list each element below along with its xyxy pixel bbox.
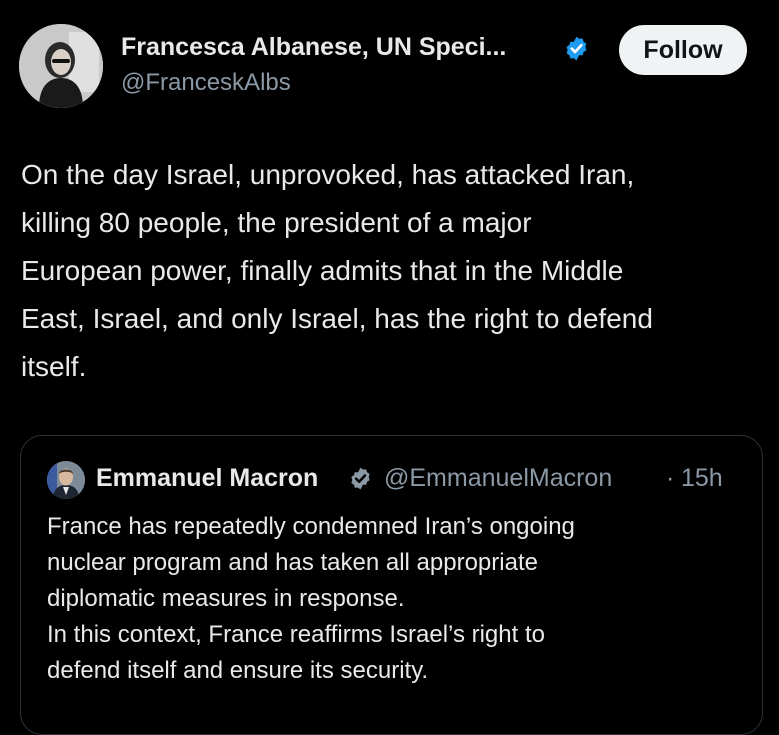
post-text: On the day Israel, unprovoked, has attac… bbox=[21, 159, 653, 382]
verified-badge-icon bbox=[566, 36, 587, 61]
quoted-author-avatar[interactable] bbox=[47, 461, 85, 499]
quoted-author-handle[interactable]: @EmmanuelMacron bbox=[384, 464, 612, 493]
follow-button[interactable]: Follow bbox=[619, 25, 747, 75]
quoted-verified-badge-icon bbox=[351, 467, 370, 490]
quoted-separator: · bbox=[666, 464, 675, 492]
author-avatar-image bbox=[19, 24, 103, 108]
author-handle[interactable]: @FranceskAlbs bbox=[121, 69, 291, 97]
quoted-timestamp[interactable]: 15h bbox=[681, 464, 723, 493]
quoted-post-text: France has repeatedly condemned Iran’s o… bbox=[47, 513, 575, 684]
quoted-author-name[interactable]: Emmanuel Macron bbox=[96, 464, 318, 493]
author-avatar[interactable] bbox=[19, 24, 103, 108]
quoted-post-card[interactable]: Emmanuel Macron @EmmanuelMacron · 15h Fr… bbox=[20, 435, 763, 735]
quoted-author-avatar-image bbox=[47, 461, 85, 499]
author-name[interactable]: Francesca Albanese, UN Speci... bbox=[121, 33, 506, 62]
